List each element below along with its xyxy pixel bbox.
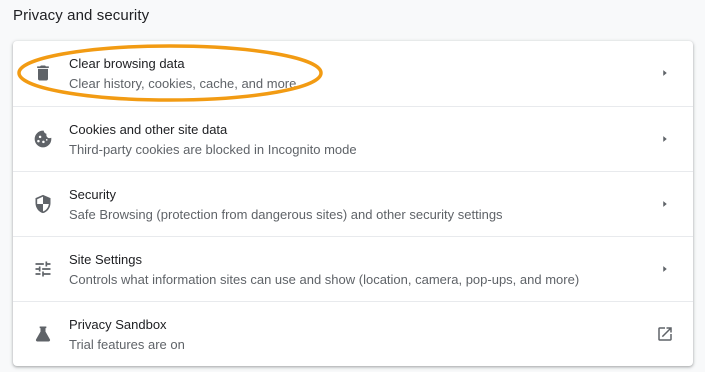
privacy-sandbox-row[interactable]: Privacy Sandbox Trial features are on: [13, 301, 693, 366]
row-text: Security Safe Browsing (protection from …: [69, 186, 633, 223]
row-subtitle: Trial features are on: [69, 337, 185, 352]
row-subtitle: Controls what information sites can use …: [69, 272, 580, 287]
shield-icon: [33, 194, 53, 214]
arrow-right-icon[interactable]: [655, 63, 675, 83]
settings-page: Privacy and security Clear browsing data…: [0, 0, 705, 372]
arrow-right-icon[interactable]: [655, 194, 675, 214]
trash-icon: [33, 63, 53, 83]
row-text: Privacy Sandbox Trial features are on: [69, 316, 633, 353]
cookies-site-data-row[interactable]: Cookies and other site data Third-party …: [13, 106, 693, 171]
open-in-new-icon[interactable]: [655, 324, 675, 344]
row-subtitle: Safe Browsing (protection from dangerous…: [69, 207, 503, 222]
row-subtitle: Third-party cookies are blocked in Incog…: [69, 142, 357, 157]
cookie-icon: [33, 129, 53, 149]
section-title: Privacy and security: [13, 7, 150, 24]
row-title: Privacy Sandbox: [69, 317, 167, 332]
arrow-right-icon[interactable]: [655, 259, 675, 279]
arrow-right-icon[interactable]: [655, 129, 675, 149]
clear-browsing-data-row[interactable]: Clear browsing data Clear history, cooki…: [13, 41, 693, 106]
security-row[interactable]: Security Safe Browsing (protection from …: [13, 171, 693, 236]
row-text: Cookies and other site data Third-party …: [69, 121, 633, 158]
tune-icon: [33, 259, 53, 279]
row-title: Cookies and other site data: [69, 122, 228, 137]
row-text: Clear browsing data Clear history, cooki…: [69, 55, 633, 92]
row-subtitle: Clear history, cookies, cache, and more: [69, 76, 297, 91]
site-settings-row[interactable]: Site Settings Controls what information …: [13, 236, 693, 301]
row-title: Site Settings: [69, 252, 142, 267]
privacy-security-card: Clear browsing data Clear history, cooki…: [13, 41, 693, 366]
row-title: Security: [69, 187, 116, 202]
flask-icon: [33, 324, 53, 344]
row-title: Clear browsing data: [69, 56, 185, 71]
row-text: Site Settings Controls what information …: [69, 251, 633, 288]
